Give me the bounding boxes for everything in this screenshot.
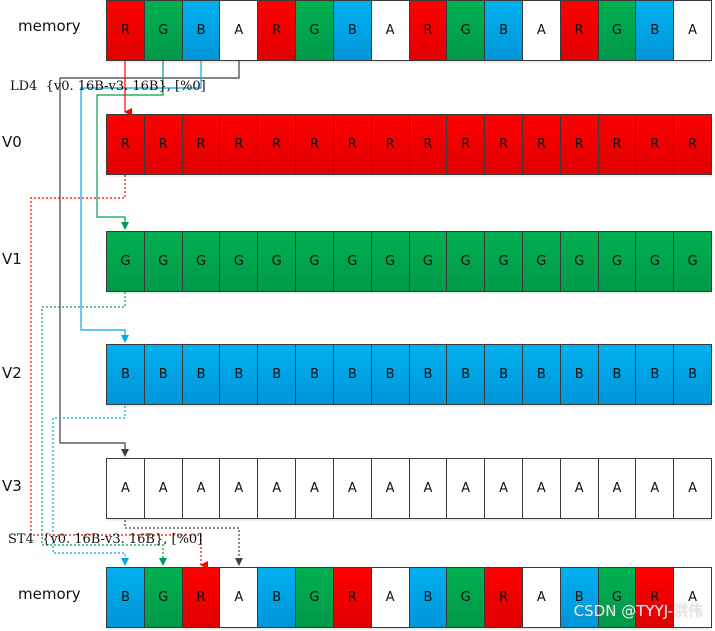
watermark: CSDN @TYYJ-洪伟 <box>573 602 703 620</box>
ld4-instruction: LD4 {v0. 16B-v3. 16B}, [%0] <box>10 79 206 94</box>
store-line-r <box>30 175 208 569</box>
st4-instruction: ST4 {v0. 16B-v3. 16B}, [%0] <box>8 532 203 547</box>
load-line-a <box>59 61 240 457</box>
load-line-b <box>80 61 202 343</box>
